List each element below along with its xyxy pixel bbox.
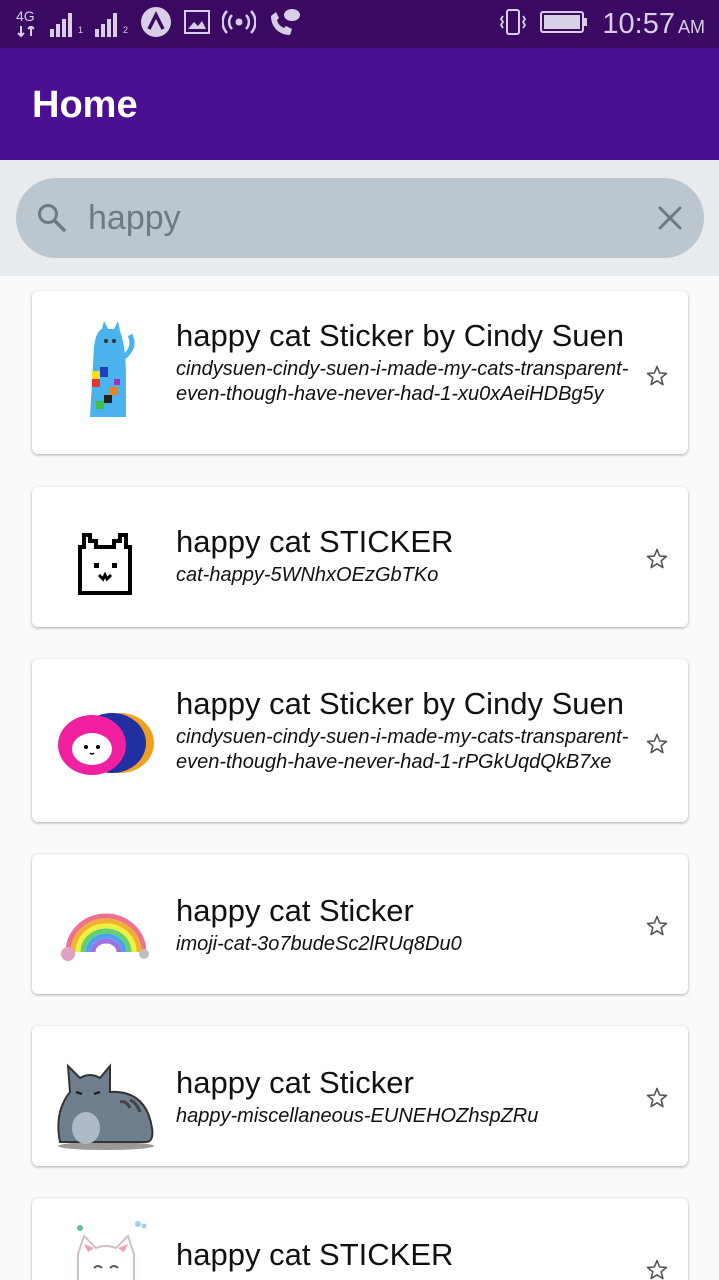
image-icon <box>184 9 211 39</box>
list-item[interactable]: happy cat Sticker by Cindy Suen cindysue… <box>32 291 688 454</box>
item-slug: cindysuen-cindy-suen-i-made-my-cats-tran… <box>176 726 629 773</box>
vibrate-icon <box>500 8 527 41</box>
list-item[interactable]: happy cat STICKER cat-happy-5WNhxOEzGbTK… <box>32 487 688 627</box>
star-icon[interactable] <box>646 915 668 937</box>
search-icon <box>38 204 66 232</box>
signal-icon: 1 <box>50 11 83 37</box>
signal-icon: 2 <box>95 11 128 37</box>
search-input[interactable] <box>88 194 628 242</box>
star-icon[interactable] <box>646 548 668 570</box>
network-4g-icon: 4G <box>16 9 38 39</box>
item-slug: happy-miscellaneous-EUNEHOZhspZRu <box>176 1105 539 1127</box>
status-bar: 4G 1 2 10:57 AM <box>0 0 719 48</box>
page-title: Home <box>32 84 138 126</box>
star-icon[interactable] <box>646 1259 668 1280</box>
pixel-cat-icon <box>78 533 132 595</box>
item-title: happy cat Sticker <box>176 1065 414 1100</box>
list-item[interactable]: happy cat STICKER <box>32 1198 688 1280</box>
clock: 10:57 AM <box>602 7 705 40</box>
rainbow-cat-icon <box>61 913 149 961</box>
item-title: happy cat STICKER <box>176 1237 454 1272</box>
list-item[interactable]: happy cat Sticker by Cindy Suen cindysue… <box>32 659 688 822</box>
white-cat-icon <box>77 1221 147 1280</box>
item-slug: cat-happy-5WNhxOEzGbTKo <box>176 564 439 586</box>
item-title: happy cat Sticker by Cindy Suen <box>176 318 625 353</box>
hotspot-icon <box>221 8 257 41</box>
wifi-call-icon <box>268 7 301 42</box>
item-slug: imoji-cat-3o7budeSc2lRUq8Du0 <box>176 933 462 955</box>
app-icon <box>140 6 172 43</box>
close-icon[interactable] <box>656 204 684 232</box>
star-icon[interactable] <box>646 1087 668 1109</box>
item-title: happy cat Sticker by Cindy Suen <box>176 686 625 721</box>
roll-cat-icon <box>58 713 154 775</box>
search-bar[interactable] <box>16 178 704 258</box>
tall-cat-icon <box>90 321 135 417</box>
list-item[interactable]: happy cat Sticker happy-miscellaneous-EU… <box>32 1026 688 1166</box>
item-slug: cindysuen-cindy-suen-i-made-my-cats-tran… <box>176 358 629 405</box>
item-title: happy cat Sticker <box>176 893 414 928</box>
star-icon[interactable] <box>646 733 668 755</box>
search-area <box>0 160 719 276</box>
item-title: happy cat STICKER <box>176 524 454 559</box>
list-item[interactable]: happy cat Sticker imoji-cat-3o7budeSc2lR… <box>32 854 688 994</box>
star-icon[interactable] <box>646 365 668 387</box>
battery-icon <box>540 10 588 39</box>
app-bar: Home <box>0 48 719 160</box>
grey-cat-icon <box>57 1063 154 1150</box>
